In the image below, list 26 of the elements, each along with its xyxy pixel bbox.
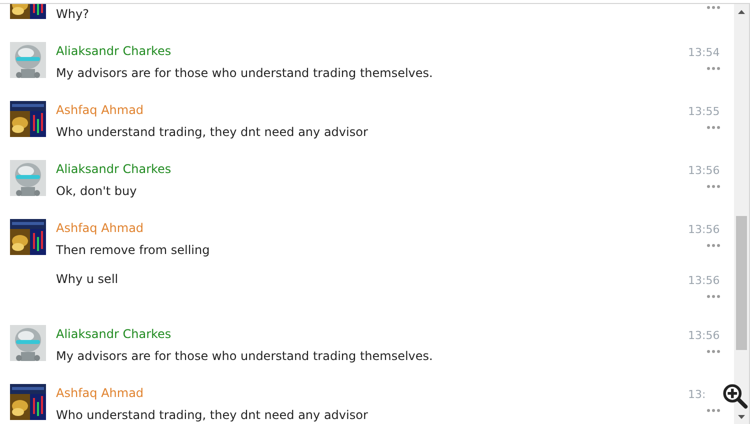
author-name[interactable]: Aliaksandr Charkes <box>56 42 172 60</box>
message-time: 13:56 <box>688 222 721 238</box>
author-name[interactable]: Ashfaq Ahmad <box>56 384 144 402</box>
message-text: Who understand trading, they dnt need any advisor <box>56 407 368 424</box>
message-text: Then remove from selling <box>56 242 210 259</box>
message-text: Who understand trading, they dnt need any advisor <box>56 124 368 141</box>
scroll-up-icon[interactable] <box>738 10 745 14</box>
author-name[interactable]: Ashfaq Ahmad <box>56 101 144 119</box>
author-name[interactable]: Ashfaq Ahmad <box>56 219 144 237</box>
message-time: 13:56 <box>688 273 721 289</box>
scrollbar-thumb[interactable] <box>736 216 747 350</box>
message-text: My advisors are for those who understand trading themselves. <box>56 65 433 82</box>
message-time: 13:56 <box>688 328 721 344</box>
scrollbar[interactable] <box>734 4 749 424</box>
message-time: 13:54 <box>688 45 721 61</box>
author-name[interactable]: Aliaksandr Charkes <box>56 325 172 343</box>
message-text: Why u sell <box>56 271 118 288</box>
message-time: 13:55 <box>688 104 721 120</box>
message-text: My advisors are for those who understand trading themselves. <box>56 348 433 365</box>
scroll-down-icon[interactable] <box>738 415 745 419</box>
message-text: Ok, don't buy <box>56 183 137 200</box>
message-time: 13:56 <box>688 163 721 179</box>
author-name[interactable]: Aliaksandr Charkes <box>56 160 172 178</box>
zoom-in-icon[interactable] <box>723 384 748 409</box>
message-text: Why? <box>56 6 89 23</box>
message-time: 13: <box>688 387 707 403</box>
